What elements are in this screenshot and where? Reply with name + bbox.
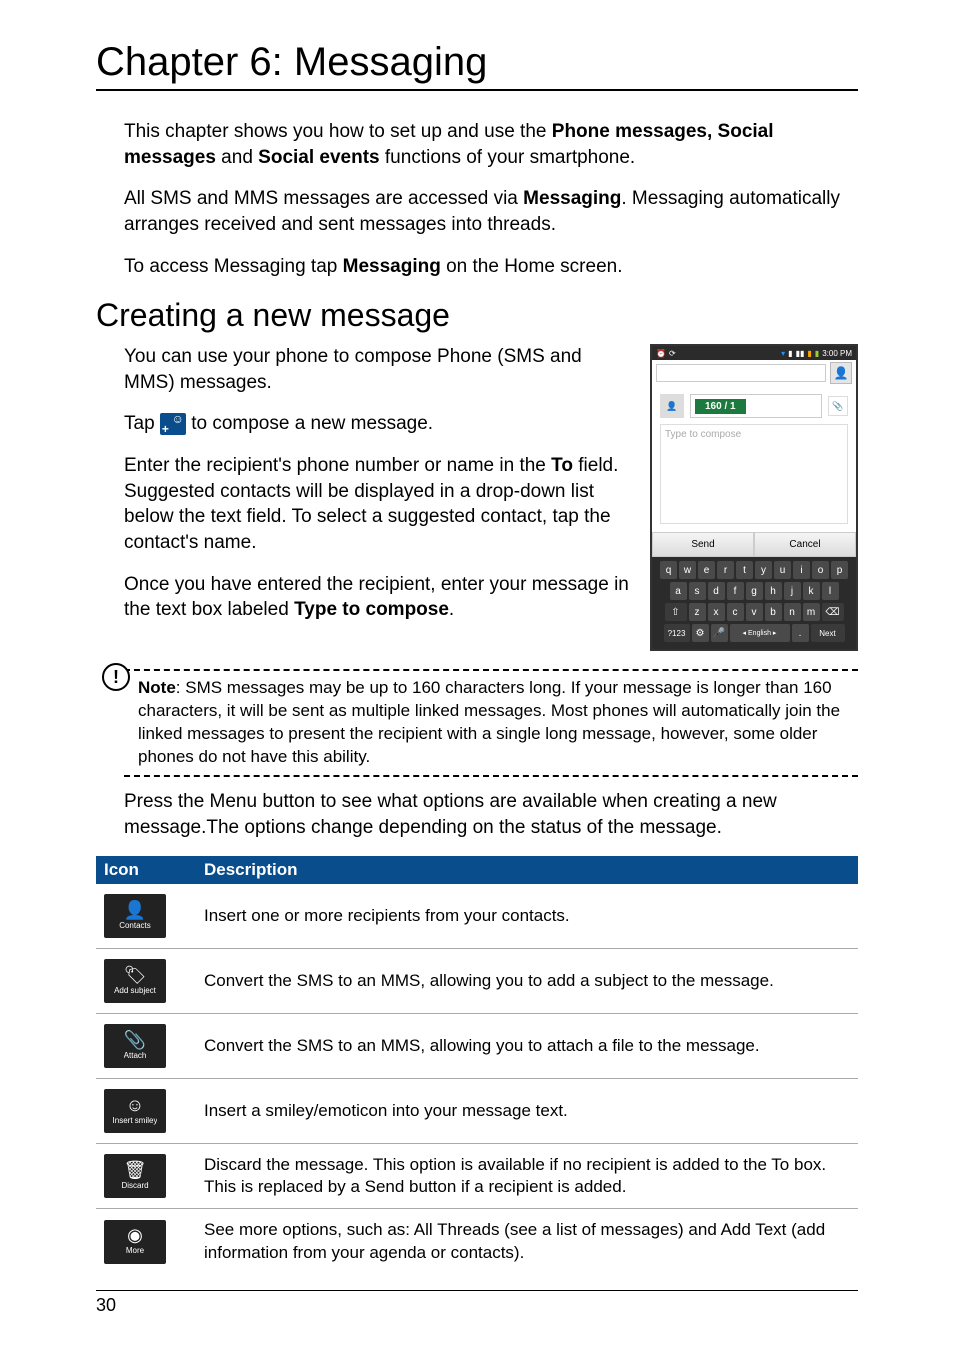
table-row: ◉More See more options, such as: All Thre… [96, 1209, 858, 1274]
compose-message-icon [160, 413, 186, 435]
key-k[interactable]: k [803, 582, 820, 600]
clock-label: 3:00 PM [822, 349, 852, 358]
key-h[interactable]: h [765, 582, 782, 600]
next-key[interactable]: Next [811, 624, 845, 642]
page-number: 30 [96, 1295, 858, 1316]
section1-p4: Once you have entered the recipient, ent… [124, 572, 632, 623]
key-p[interactable]: p [831, 561, 848, 579]
section1-p1: You can use your phone to compose Phone … [124, 344, 632, 395]
kb-row-2: asdfghjkl [654, 582, 854, 600]
key-m[interactable]: m [803, 603, 820, 621]
battery-icon-1: ▮ [807, 349, 811, 358]
char-counter: 160 / 1 [695, 399, 746, 414]
table-row: 🏷Add subject Convert the SMS to an MMS, a… [96, 949, 858, 1014]
chapter-title: Chapter 6: Messaging [96, 40, 858, 85]
settings-key[interactable]: ⚙ [692, 624, 709, 642]
key-j[interactable]: j [784, 582, 801, 600]
more-icon: ◉More [104, 1220, 166, 1264]
symbols-key[interactable]: ?123 [664, 624, 690, 642]
sync-icon: ⟳ [669, 349, 676, 358]
note-label: Note [138, 678, 176, 697]
footer-rule [96, 1290, 858, 1291]
key-c[interactable]: c [727, 603, 744, 621]
backspace-key[interactable]: ⌫ [822, 603, 844, 621]
intro-p2: All SMS and MMS messages are accessed vi… [96, 186, 858, 237]
key-o[interactable]: o [812, 561, 829, 579]
options-table: Icon Description 👤Contacts Insert one or … [96, 856, 858, 1273]
insert-smiley-icon: ☺Insert smiley [104, 1089, 166, 1133]
note-alert-icon: ! [102, 663, 130, 691]
cancel-button[interactable]: Cancel [754, 532, 856, 557]
section1-p2: Tap to compose a new message. [124, 411, 632, 437]
table-row: 👤Contacts Insert one or more recipients f… [96, 884, 858, 949]
contacts-icon: 👤Contacts [104, 894, 166, 938]
post-note-p: Press the Menu button to see what option… [96, 789, 858, 840]
table-row: 📎Attach Convert the SMS to an MMS, allowi… [96, 1014, 858, 1079]
shift-key[interactable]: ⇧ [665, 603, 687, 621]
key-q[interactable]: q [660, 561, 677, 579]
discard-icon: 🗑Discard [104, 1154, 166, 1198]
table-row: ☺Insert smiley Insert a smiley/emoticon i… [96, 1079, 858, 1144]
signal-icon: ▮▮ [796, 349, 805, 358]
key-x[interactable]: x [708, 603, 725, 621]
sim-icon: ▮ [788, 349, 792, 358]
battery-icon-2: ▮ [815, 349, 819, 358]
option-description: See more options, such as: All Threads (… [196, 1209, 858, 1274]
key-e[interactable]: e [698, 561, 715, 579]
key-i[interactable]: i [793, 561, 810, 579]
status-bar: ⏰ ⟳ ▾ ▮ ▮▮ ▮ ▮ 3:00 PM [652, 346, 856, 360]
intro-p3: To access Messaging tap Messaging on the… [96, 254, 858, 280]
key-d[interactable]: d [708, 582, 725, 600]
alarm-icon: ⏰ [656, 349, 666, 358]
period-key[interactable]: . [792, 624, 809, 642]
options-table-body: 👤Contacts Insert one or more recipients f… [96, 884, 858, 1273]
option-description: Convert the SMS to an MMS, allowing you … [196, 949, 858, 1014]
key-z[interactable]: z [689, 603, 706, 621]
note-text: : SMS messages may be up to 160 characte… [138, 678, 840, 766]
key-v[interactable]: v [746, 603, 763, 621]
message-body-input[interactable]: Type to compose [660, 424, 848, 524]
note-rule-top [124, 669, 858, 671]
phone-screenshot: ⏰ ⟳ ▾ ▮ ▮▮ ▮ ▮ 3:00 PM 👤 👤 [650, 344, 858, 651]
key-b[interactable]: b [765, 603, 782, 621]
key-n[interactable]: n [784, 603, 801, 621]
key-t[interactable]: t [736, 561, 753, 579]
table-row: 🗑Discard Discard the message. This option… [96, 1144, 858, 1209]
key-l[interactable]: l [822, 582, 839, 600]
avatar: 👤 [660, 394, 684, 418]
note-rule-bottom [124, 775, 858, 777]
space-key[interactable]: ◂ English ▸ [730, 624, 790, 642]
option-description: Insert one or more recipients from your … [196, 884, 858, 949]
key-u[interactable]: u [774, 561, 791, 579]
option-description: Insert a smiley/emoticon into your messa… [196, 1079, 858, 1144]
key-r[interactable]: r [717, 561, 734, 579]
add-subject-icon: 🏷Add subject [104, 959, 166, 1003]
keyboard: qwertyuiop asdfghjkl ⇧ zxcvbnm ⌫ ?123 ⚙ … [652, 557, 856, 649]
to-input[interactable] [656, 364, 826, 382]
attach-icon: 📎Attach [104, 1024, 166, 1068]
section1-p3: Enter the recipient's phone number or na… [124, 453, 632, 556]
note-block: ! Note: SMS messages may be up to 160 ch… [96, 669, 858, 777]
key-w[interactable]: w [679, 561, 696, 579]
col-icon: Icon [96, 856, 196, 884]
send-button[interactable]: Send [652, 532, 754, 557]
to-field-row: 👤 [652, 360, 856, 386]
key-a[interactable]: a [670, 582, 687, 600]
option-description: Convert the SMS to an MMS, allowing you … [196, 1014, 858, 1079]
mic-key[interactable]: 🎤 [711, 624, 728, 642]
option-description: Discard the message. This option is avai… [196, 1144, 858, 1209]
attach-icon[interactable]: 📎 [828, 396, 848, 416]
key-s[interactable]: s [689, 582, 706, 600]
intro-p1: This chapter shows you how to set up and… [96, 119, 858, 170]
col-desc: Description [196, 856, 858, 884]
divider [96, 89, 858, 91]
char-counter-field: 160 / 1 [690, 394, 822, 418]
key-g[interactable]: g [746, 582, 763, 600]
key-y[interactable]: y [755, 561, 772, 579]
wifi-icon: ▾ [781, 349, 785, 358]
kb-row-1: qwertyuiop [654, 561, 854, 579]
key-f[interactable]: f [727, 582, 744, 600]
pick-contact-button[interactable]: 👤 [830, 362, 852, 384]
section-heading: Creating a new message [96, 297, 858, 334]
